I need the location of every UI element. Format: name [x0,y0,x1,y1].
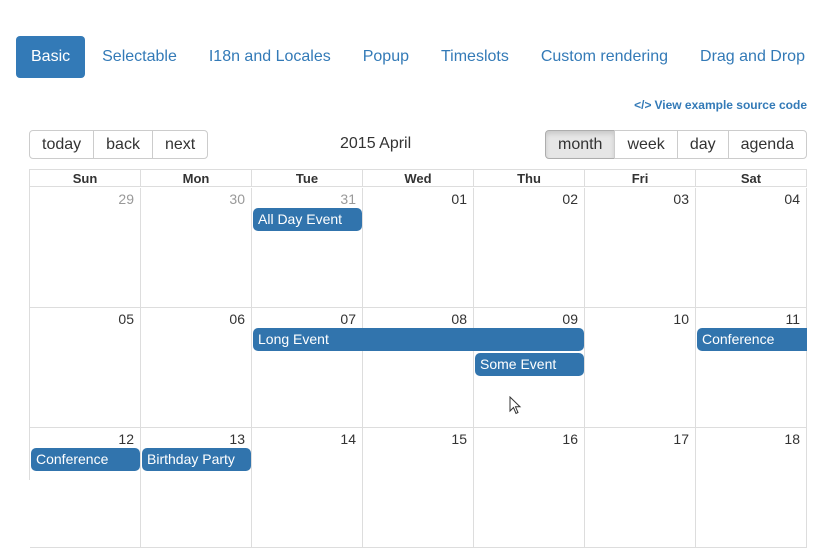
weekday-fri: Fri [585,170,696,187]
date-number[interactable]: 11 [785,311,800,327]
nav-timeslots[interactable]: Timeslots [426,36,524,78]
weekday-thu: Thu [474,170,585,187]
day-cell[interactable]: 10 [585,308,696,428]
date-number[interactable]: 13 [229,431,245,447]
day-cell[interactable]: 03 [585,188,696,308]
view-day-button[interactable]: day [676,130,729,159]
weekday-sun: Sun [30,170,141,187]
calendar-event[interactable]: Some Event [475,353,584,376]
day-cell[interactable]: 13 [141,428,252,548]
view-source-label: View example source code [654,98,807,112]
day-cell[interactable]: 07 [252,308,363,428]
calendar-event[interactable]: Birthday Party [142,448,251,471]
week-row: 05 06 07 08 09 10 11 [30,308,807,428]
day-cell[interactable]: 17 [585,428,696,548]
day-cell[interactable]: 06 [141,308,252,428]
day-cell[interactable]: 31 [252,188,363,308]
date-number[interactable]: 16 [562,431,578,447]
date-number[interactable]: 14 [340,431,356,447]
date-number[interactable]: 09 [562,311,578,327]
date-number[interactable]: 12 [118,431,134,447]
nav-basic[interactable]: Basic [16,36,86,78]
nav-i18n-and-locales[interactable]: I18n and Locales [194,36,346,78]
calendar-event[interactable]: Conference [697,328,807,351]
date-number[interactable]: 01 [451,191,467,207]
day-cell[interactable]: 08 [363,308,474,428]
date-number[interactable]: 08 [451,311,467,327]
date-number[interactable]: 04 [784,191,800,207]
navigation-button-group: today back next [29,130,209,159]
nav-drag-and-drop[interactable]: Drag and Drop [685,36,820,78]
code-icon: </> [634,98,652,112]
view-week-button[interactable]: week [614,130,678,159]
date-number[interactable]: 10 [673,311,689,327]
calendar-event[interactable]: All Day Event [253,208,362,231]
weekday-header: Sun Mon Tue Wed Thu Fri Sat [30,170,807,188]
day-cell[interactable]: 16 [474,428,585,548]
week-row: 29 30 31 01 02 03 04 [30,188,807,308]
calendar-event[interactable]: Long Event [253,328,584,351]
date-number[interactable]: 30 [229,191,245,207]
day-cell[interactable]: 02 [474,188,585,308]
example-nav: Basic Selectable I18n and Locales Popup … [16,36,822,78]
date-number[interactable]: 29 [118,191,134,207]
day-cell[interactable]: 11 [696,308,807,428]
date-number[interactable]: 07 [340,311,356,327]
date-number[interactable]: 02 [562,191,578,207]
day-cell[interactable]: 29 [30,188,141,308]
date-number[interactable]: 06 [229,311,245,327]
week-row: 12 13 14 15 16 17 18 [30,428,807,548]
calendar-period-label: 2015 April [340,135,412,152]
day-cell[interactable]: 12 [30,428,141,548]
view-agenda-button[interactable]: agenda [727,130,807,159]
nav-selectable[interactable]: Selectable [87,36,192,78]
weekday-tue: Tue [252,170,363,187]
date-number[interactable]: 31 [340,191,356,207]
date-number[interactable]: 05 [118,311,134,327]
calendar-event[interactable]: Conference [31,448,140,471]
day-cell[interactable]: 18 [696,428,807,548]
day-cell[interactable]: 04 [696,188,807,308]
view-button-group: month week day agenda [544,130,807,159]
date-number[interactable]: 18 [784,431,800,447]
month-view: Sun Mon Tue Wed Thu Fri Sat 29 30 31 01 02 03… [29,169,807,548]
weekday-wed: Wed [363,170,474,187]
day-cell[interactable]: 15 [363,428,474,548]
nav-custom-rendering[interactable]: Custom rendering [526,36,683,78]
nav-popup[interactable]: Popup [348,36,424,78]
date-number[interactable]: 03 [673,191,689,207]
next-button[interactable]: next [151,130,209,159]
view-month-button[interactable]: month [544,130,616,159]
day-cell[interactable]: 01 [363,188,474,308]
today-button[interactable]: today [29,130,95,159]
date-number[interactable]: 15 [451,431,467,447]
day-cell[interactable]: 05 [30,308,141,428]
day-cell[interactable]: 30 [141,188,252,308]
day-cell[interactable]: 14 [252,428,363,548]
mouse-cursor-icon [509,396,522,415]
back-button[interactable]: back [93,130,153,159]
weekday-sat: Sat [696,170,807,187]
view-source-link[interactable]: </> View example source code [634,98,807,112]
date-number[interactable]: 17 [673,431,689,447]
weekday-mon: Mon [141,170,252,187]
